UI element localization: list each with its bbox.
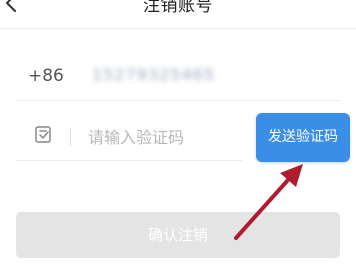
country-code: +86 [28,66,64,86]
cancel-account-page: 注销账号 +86 15279325465 发送验证码 确认注销 [0,0,356,268]
verification-code-row [16,114,242,161]
verification-code-input[interactable] [88,124,236,150]
field-divider [70,128,71,146]
phone-number: 15279325465 [92,65,215,84]
confirm-cancel-button[interactable]: 确认注销 [16,212,340,258]
verification-code-icon [35,126,51,143]
header: 注销账号 [0,0,356,29]
phone-row: +86 15279325465 [16,52,340,101]
send-code-button[interactable]: 发送验证码 [256,113,350,162]
page-title: 注销账号 [143,0,213,16]
